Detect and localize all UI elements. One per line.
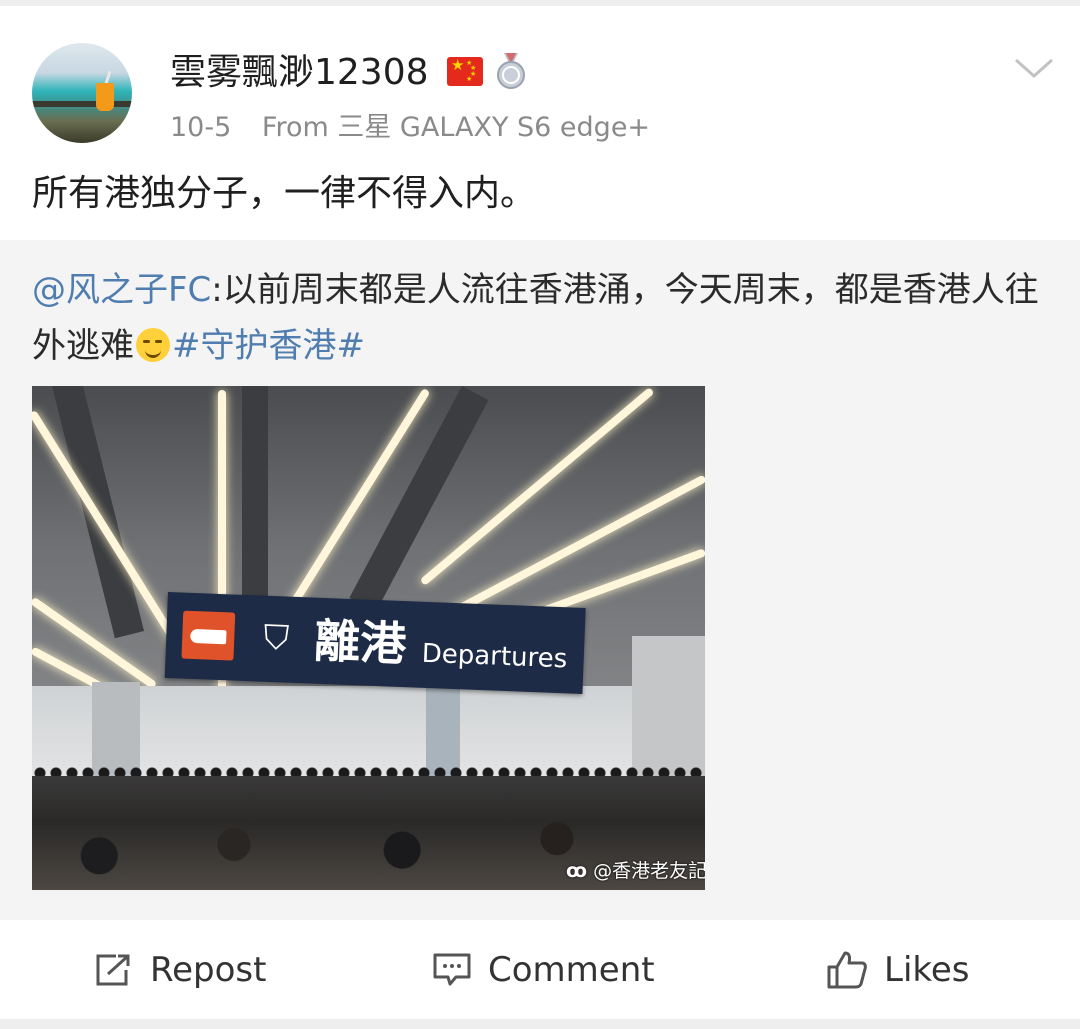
comment-button[interactable]: Comment <box>432 948 655 992</box>
post-date: 10-5 <box>170 112 232 143</box>
sign-english: Departures <box>421 638 568 675</box>
top-divider <box>0 0 1080 6</box>
avatar[interactable] <box>32 43 132 143</box>
china-flag-icon: ★ ★ ★ ★ ★ <box>447 57 483 86</box>
repost-button[interactable]: Repost <box>94 948 266 992</box>
action-bar: Repost Comment Likes <box>0 920 1080 1020</box>
train-icon <box>181 610 236 661</box>
like-button[interactable]: Likes <box>826 948 970 992</box>
repost-label: Repost <box>150 950 267 990</box>
bottom-divider <box>0 1019 1080 1029</box>
retweet-text-block: @风之子FC:以前周末都是人流往香港涌，今天周末，都是香港人往外逃难 #守护香港# <box>32 262 1052 374</box>
comment-icon <box>433 953 471 986</box>
post-text: 所有港独分子，一律不得入内。 <box>32 173 537 214</box>
likes-label: Likes <box>884 950 970 990</box>
post-meta: 10-5 From 三星 GALAXY S6 edge+ <box>170 110 650 146</box>
immigration-icon: ⛉ <box>262 617 290 659</box>
medal-badge-icon[interactable] <box>495 53 527 89</box>
chevron-down-icon[interactable] <box>1012 54 1056 82</box>
photo-watermark: ꝏ @香港老友記 <box>566 860 705 882</box>
weibo-logo-icon: ꝏ <box>566 860 588 882</box>
hashtag-link[interactable]: #守护香港# <box>172 326 365 366</box>
repost-icon <box>96 954 130 986</box>
mention-link[interactable]: @风之子FC <box>32 270 211 310</box>
grin-sweat-emoji-icon <box>136 328 170 362</box>
author-name[interactable]: 雲雾飄渺12308 <box>170 50 429 96</box>
thumbs-up-icon <box>827 951 867 989</box>
comment-label: Comment <box>488 950 655 990</box>
post-source: From 三星 GALAXY S6 edge+ <box>261 112 651 143</box>
sign-chinese: 離港 <box>313 613 408 672</box>
retweet-card[interactable]: @风之子FC:以前周末都是人流往香港涌，今天周末，都是香港人往外逃难 #守护香港#… <box>0 240 1080 920</box>
watermark-text: @香港老友記 <box>593 860 705 882</box>
departures-sign: ⛉ 離港 Departures <box>164 592 586 694</box>
retweet-photo[interactable]: ⛉ 離港 Departures ꝏ @香港老友記 <box>32 386 705 890</box>
